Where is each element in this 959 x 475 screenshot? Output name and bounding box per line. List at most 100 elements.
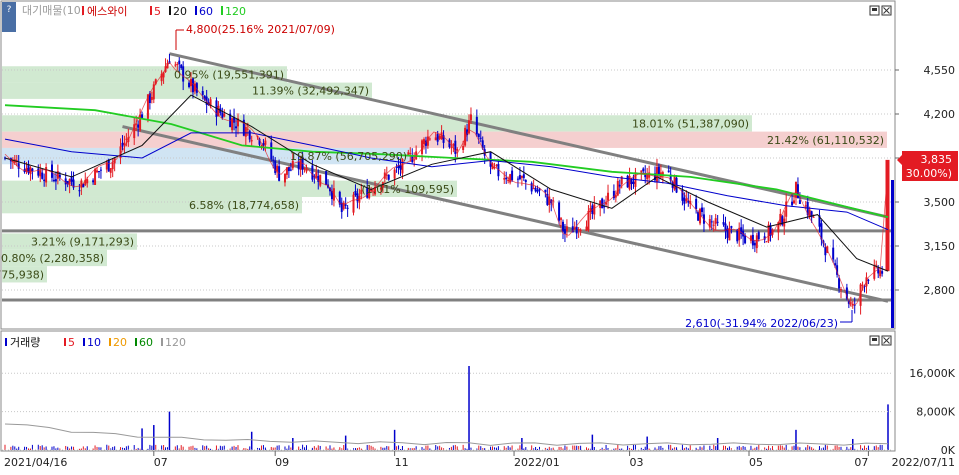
x-tick-label: 2021/04/16 bbox=[4, 456, 67, 469]
candle-body bbox=[558, 202, 561, 221]
supply-zone-label: 0.97% (2,775,938) bbox=[0, 268, 44, 281]
legend-swatch bbox=[64, 338, 66, 346]
legend-swatch bbox=[82, 6, 84, 15]
x-tick-label: 05 bbox=[749, 456, 763, 469]
supply-zone-label: 21.42% (61,110,532) bbox=[767, 134, 884, 147]
candle-body bbox=[730, 226, 733, 228]
stock-chart: 0.95% (19,551,391) 11.39% (32,492,347) 18.… bbox=[0, 0, 959, 471]
last-candle bbox=[885, 159, 890, 272]
legend-swatch bbox=[83, 338, 85, 346]
candle-body bbox=[109, 168, 112, 173]
candle-body bbox=[808, 209, 811, 217]
supply-zone-label: 0.95% (19,551,391) bbox=[174, 68, 284, 81]
candle-body bbox=[68, 179, 71, 185]
candle-body bbox=[738, 227, 741, 241]
candle-body bbox=[354, 190, 357, 195]
y-tick-label: 3,500 bbox=[924, 196, 956, 209]
candle-body bbox=[838, 278, 841, 289]
supply-legend-label: 대기매물(10) bbox=[22, 4, 85, 17]
candle-body bbox=[283, 173, 286, 183]
candle-body bbox=[428, 138, 431, 140]
candle-body bbox=[387, 174, 390, 180]
candle-body bbox=[593, 204, 596, 215]
candle-body bbox=[201, 90, 204, 95]
candle-body bbox=[505, 177, 508, 180]
supply-zone-label: 3.21% (9,171,293) bbox=[31, 236, 134, 249]
chart-svg: 0.95% (19,551,391) 11.39% (32,492,347) 18.… bbox=[0, 0, 958, 469]
candle-body bbox=[303, 168, 306, 170]
candle-body bbox=[231, 118, 234, 131]
candle-body bbox=[667, 170, 670, 173]
candle-body bbox=[812, 216, 815, 218]
volume-ma-legend-label: 20 bbox=[113, 336, 127, 349]
candle-body bbox=[223, 113, 226, 117]
candle-body bbox=[796, 184, 799, 199]
candle-body bbox=[477, 134, 480, 138]
candle-body bbox=[861, 284, 864, 286]
candle-body bbox=[536, 190, 539, 192]
candle-body bbox=[356, 193, 359, 202]
candle-body bbox=[346, 207, 349, 209]
candle-body bbox=[509, 174, 512, 183]
y-tick-label: 4,550 bbox=[924, 64, 956, 77]
supply-zone-label: 11.39% (32,492,347) bbox=[252, 85, 369, 98]
supply-zone-label: 6.58% (18,774,658) bbox=[189, 199, 299, 212]
candle-body bbox=[503, 178, 506, 180]
candle-body bbox=[434, 137, 437, 141]
candle-body bbox=[530, 183, 533, 192]
ma-legend-label: 5 bbox=[154, 5, 161, 18]
candle-body bbox=[757, 232, 760, 240]
candle-body bbox=[585, 226, 588, 231]
candle-body bbox=[221, 112, 224, 118]
volume-tick-label: 8,000K bbox=[916, 406, 955, 419]
candle-body bbox=[264, 140, 267, 145]
candle-body bbox=[532, 188, 535, 190]
candle-body bbox=[524, 180, 527, 183]
candle-body bbox=[409, 153, 412, 155]
candle-body bbox=[56, 171, 59, 179]
candle-body bbox=[352, 194, 355, 213]
candle-body bbox=[54, 179, 57, 182]
ma-legend-label: 20 bbox=[173, 5, 187, 18]
candle-body bbox=[534, 187, 537, 192]
y-tick-label: 3,150 bbox=[924, 240, 956, 253]
low-price-note: 2,610(-31.94% 2022/06/23) bbox=[685, 317, 838, 330]
candle-body bbox=[150, 96, 153, 100]
candle-body bbox=[579, 229, 582, 232]
candle-body bbox=[755, 235, 758, 249]
candle-body bbox=[520, 175, 523, 178]
volume-panel-frame bbox=[0, 330, 896, 452]
candle-body bbox=[561, 221, 564, 232]
candle-body bbox=[736, 229, 739, 242]
candle-body bbox=[587, 210, 590, 231]
legend-swatch bbox=[169, 6, 171, 15]
candle-body bbox=[875, 264, 878, 266]
supply-zone-label: 0.80% (2,280,358) bbox=[1, 252, 104, 265]
candle-body bbox=[178, 60, 181, 65]
x-tick-label: 2022/07/11 bbox=[892, 456, 955, 469]
candle-body bbox=[188, 82, 191, 88]
candle-body bbox=[289, 169, 292, 171]
candle-body bbox=[39, 170, 42, 177]
candle-body bbox=[311, 165, 314, 180]
candle-body bbox=[560, 218, 563, 220]
candle-body bbox=[642, 168, 645, 172]
candle-body bbox=[272, 159, 275, 161]
candle-body bbox=[618, 184, 621, 187]
candle-body bbox=[710, 221, 713, 223]
supply-zone-label: (1.01% 109,595) bbox=[361, 183, 454, 196]
volume-ma-legend-label: 10 bbox=[87, 336, 101, 349]
candle-body bbox=[832, 247, 835, 260]
candle-body bbox=[791, 201, 794, 206]
volume-tick-label: 16,000K bbox=[909, 367, 955, 380]
x-tick-label: 07 bbox=[854, 456, 868, 469]
candle-body bbox=[544, 189, 547, 193]
candle-body bbox=[123, 142, 126, 145]
candle-body bbox=[29, 167, 32, 175]
candle-body bbox=[507, 179, 510, 182]
y-tick-label: 2,800 bbox=[924, 284, 956, 297]
candle-body bbox=[516, 178, 519, 180]
symbol-name: 에스와이 bbox=[87, 5, 127, 18]
candle-body bbox=[413, 159, 416, 161]
candle-body bbox=[518, 175, 521, 180]
